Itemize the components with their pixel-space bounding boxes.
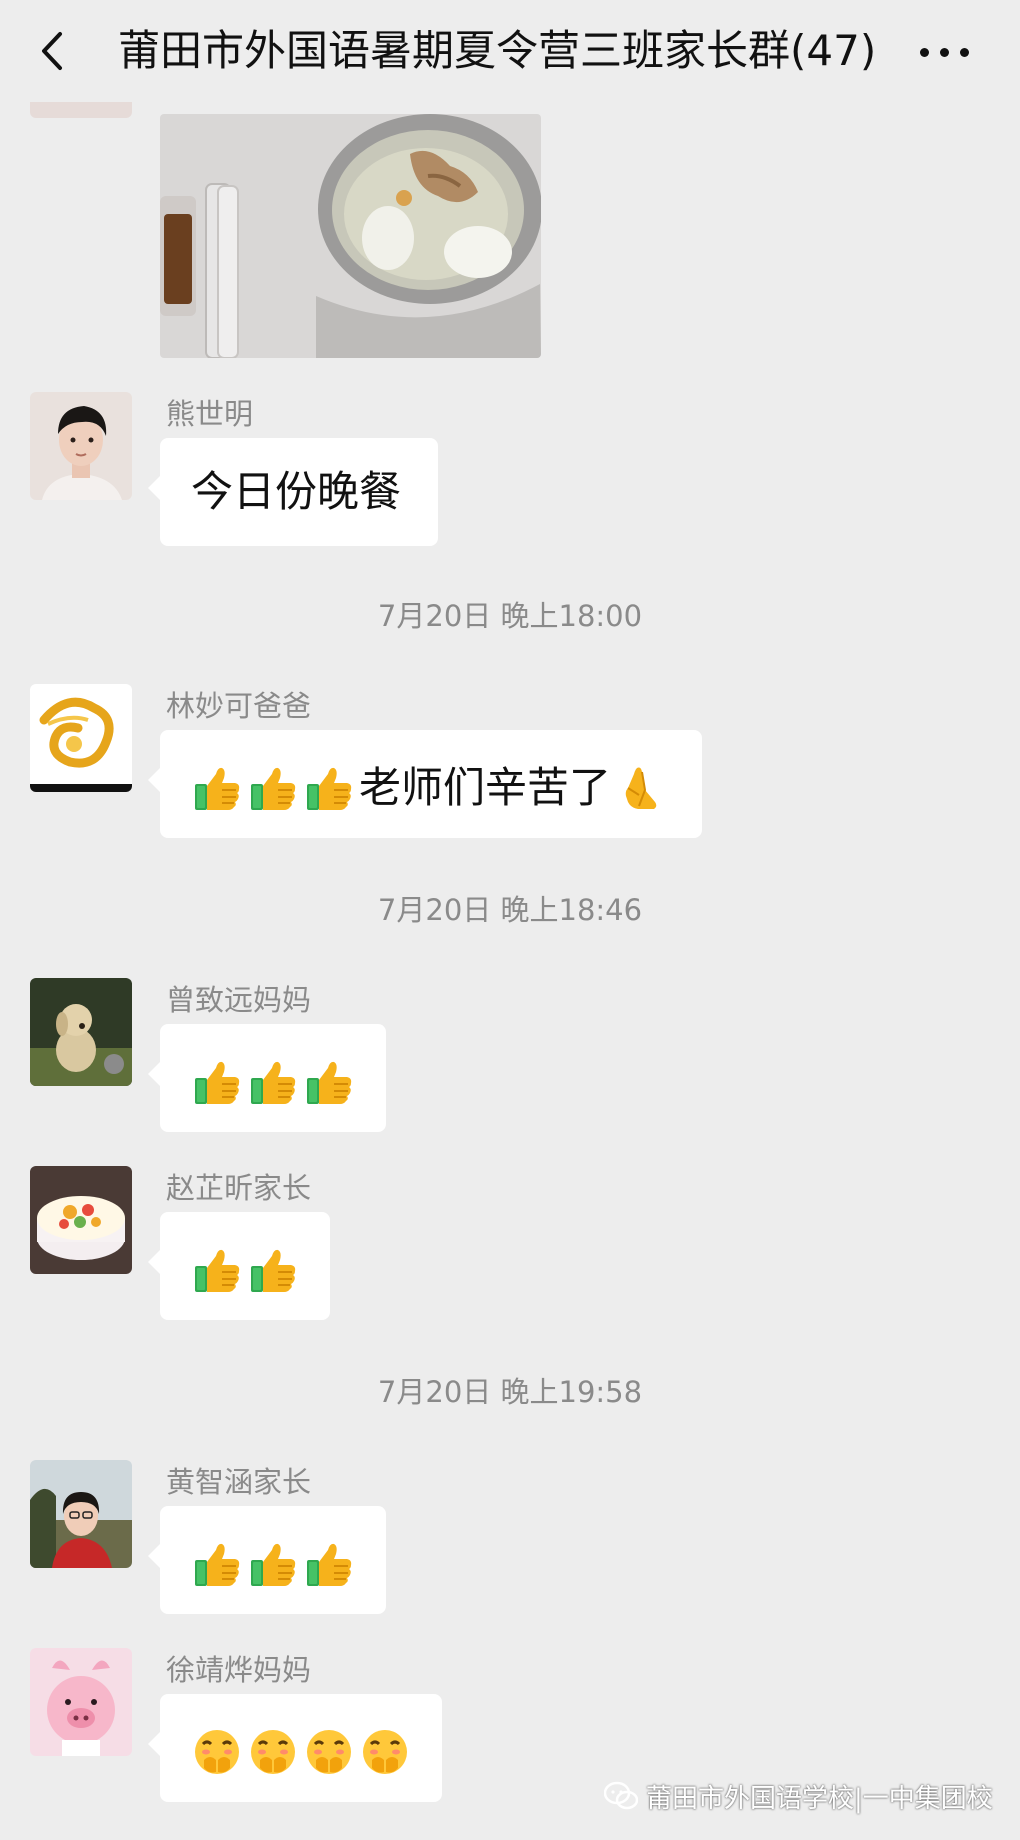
avatar[interactable] — [30, 1648, 132, 1756]
avatar[interactable] — [30, 1166, 132, 1274]
message-bubble[interactable] — [148, 1212, 330, 1320]
message-bubble[interactable]: 老师们辛苦了 — [148, 730, 702, 838]
thumbs-up-icon — [247, 1538, 299, 1590]
watermark-text: 莆田市外国语学校|一中集团校 — [646, 1783, 993, 1814]
timestamp: 7月20日 晚上19:58 — [377, 1375, 643, 1409]
hand-over-mouth-icon — [359, 1726, 411, 1778]
hand-over-mouth-icon — [191, 1726, 243, 1778]
timestamp: 7月20日 晚上18:46 — [377, 893, 643, 927]
sender-name: 赵芷昕家长 — [166, 1171, 312, 1205]
avatar[interactable] — [30, 1460, 132, 1568]
sender-name: 林妙可爸爸 — [166, 689, 312, 723]
message-bubble[interactable]: 今日份晚餐 — [148, 438, 438, 546]
thumbs-up-icon — [303, 762, 355, 814]
thumbs-up-icon — [303, 1538, 355, 1590]
sender-name: 曾致远妈妈 — [166, 983, 312, 1017]
thumbs-up-icon — [247, 762, 299, 814]
avatar[interactable] — [30, 978, 132, 1086]
thumbs-up-icon — [247, 1056, 299, 1108]
sender-name: 黄智涵家长 — [166, 1465, 312, 1499]
thumbs-up-icon — [191, 762, 243, 814]
chat-title: 莆田市外国语暑期夏令营三班家长群(47) — [118, 26, 877, 75]
message-text: 老师们辛苦了 — [359, 763, 612, 812]
hand-over-mouth-icon — [247, 1726, 299, 1778]
chat-header: 莆田市外国语暑期夏令营三班家长群(47) — [0, 0, 1020, 102]
message-bubble[interactable] — [148, 1694, 442, 1802]
avatar[interactable] — [30, 684, 132, 792]
avatar[interactable] — [30, 392, 132, 500]
sender-name: 徐靖烨妈妈 — [166, 1653, 312, 1687]
sender-name: 熊世明 — [166, 397, 254, 431]
more-icon[interactable] — [918, 48, 972, 58]
thumbs-up-icon — [191, 1538, 243, 1590]
timestamp: 7月20日 晚上18:00 — [377, 599, 643, 633]
watermark: 莆田市外国语学校|一中集团校 — [604, 1776, 1000, 1816]
thumbs-up-icon — [191, 1244, 243, 1296]
pray-icon — [615, 762, 667, 814]
message-bubble[interactable] — [148, 1024, 386, 1132]
dinner-photo[interactable] — [160, 114, 541, 358]
thumbs-up-icon — [191, 1056, 243, 1108]
thumbs-up-icon — [303, 1056, 355, 1108]
avatar[interactable] — [30, 102, 132, 118]
hand-over-mouth-icon — [303, 1726, 355, 1778]
message-text: 今日份晚餐 — [191, 467, 402, 516]
message-bubble[interactable] — [148, 1506, 386, 1614]
chevron-left-icon[interactable] — [32, 26, 72, 76]
wechat-icon — [604, 1781, 638, 1810]
thumbs-up-icon — [247, 1244, 299, 1296]
